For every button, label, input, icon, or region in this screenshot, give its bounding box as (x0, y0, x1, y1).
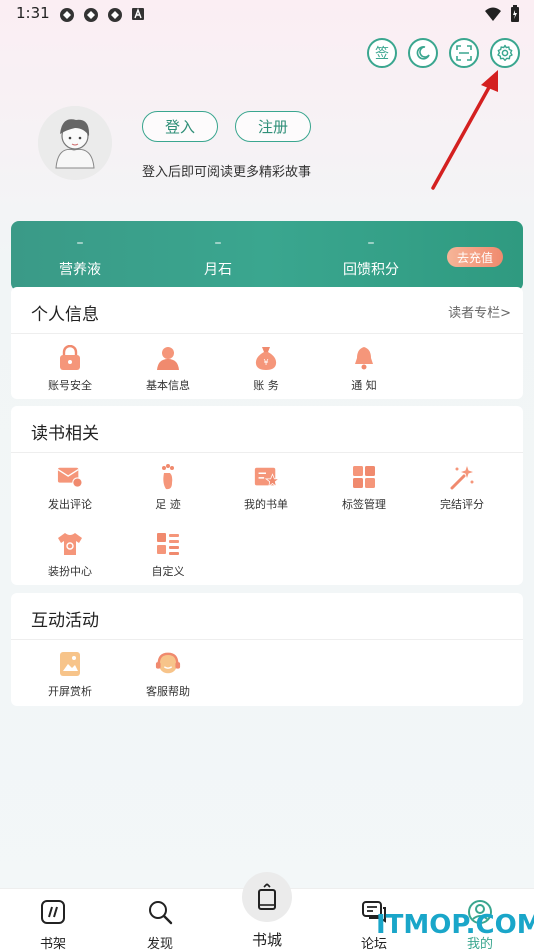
nav-label: 书架 (39, 937, 66, 950)
nav-bookstore[interactable] (242, 872, 292, 922)
search-icon (149, 901, 173, 925)
comment-icon (57, 467, 83, 488)
money-bag-icon: ¥ (255, 347, 277, 370)
grid-item-account[interactable]: ¥ 账 务 (231, 345, 301, 393)
stat-moonstone[interactable]: – 月石 (158, 235, 278, 279)
grid-item-label: 账 务 (253, 379, 279, 392)
register-button[interactable]: 注册 (235, 111, 311, 142)
grid-item-label: 自定义 (151, 565, 185, 578)
tag-grid-icon (353, 466, 375, 488)
nav-discover[interactable]: 发现 (130, 899, 190, 950)
default-avatar-illustration (38, 106, 112, 180)
login-button[interactable]: 登入 (142, 111, 218, 142)
grid-item-custom[interactable]: 自定义 (133, 531, 203, 579)
grid-item-label: 足 迹 (155, 498, 181, 511)
stat-label: 营养液 (59, 262, 101, 278)
recharge-button[interactable]: 去充值 (447, 247, 503, 267)
grid-item-label: 我的书单 (244, 498, 288, 511)
activities-section: 互动活动 开屏赏析 客服帮助 (11, 593, 523, 706)
nav-bookstore-label: 书城 (251, 931, 282, 949)
reading-section: 读书相关 发出评论 足 迹 我的书单 标签管理 完结评分 装扮中心 自定义 (11, 406, 523, 585)
grid-item-label: 标签管理 (342, 498, 386, 511)
bookshelf-icon (41, 900, 65, 924)
stat-nutrient[interactable]: – 营养液 (20, 235, 140, 279)
custom-list-icon (157, 533, 179, 555)
person-icon (157, 347, 179, 370)
divider (11, 452, 523, 453)
divider (11, 639, 523, 640)
personal-info-section: 个人信息 读者专栏> 账号安全 基本信息 ¥ 账 务 通 知 (11, 287, 523, 399)
book-icon (258, 883, 276, 910)
section-title: 互动活动 (31, 611, 99, 631)
grid-item-label: 开屏赏析 (48, 685, 92, 698)
grid-item-label: 装扮中心 (48, 565, 92, 578)
stat-reward-points[interactable]: – 回馈积分 (311, 235, 431, 279)
section-title: 个人信息 (31, 305, 99, 325)
grid-item-basic-info[interactable]: 基本信息 (133, 345, 203, 393)
reader-column-link[interactable]: 读者专栏> (448, 302, 511, 321)
svg-text:¥: ¥ (263, 358, 268, 367)
nav-label: 发现 (146, 937, 173, 950)
grid-item-label: 基本信息 (146, 379, 190, 392)
nav-bookshelf[interactable]: 书架 (23, 899, 83, 950)
grid-item-dressup-center[interactable]: 装扮中心 (35, 531, 105, 579)
grid-item-footprints[interactable]: 足 迹 (133, 464, 203, 512)
login-hint: 登入后即可阅读更多精彩故事 (142, 165, 312, 180)
service-icon (155, 652, 181, 674)
grid-item-label: 通 知 (351, 379, 377, 392)
grid-item-customer-service[interactable]: 客服帮助 (133, 651, 203, 699)
login-label: 登入 (164, 118, 195, 136)
grid-item-completion-rating[interactable]: 完结评分 (427, 464, 497, 512)
grid-item-label: 发出评论 (48, 498, 92, 511)
watermark: ITMOP.COM (376, 910, 534, 940)
stat-label: 回馈积分 (343, 262, 399, 278)
splash-image-icon (60, 652, 80, 676)
grid-item-label: 完结评分 (440, 498, 484, 511)
grid-item-label: 客服帮助 (146, 685, 190, 698)
divider (11, 333, 523, 334)
lock-icon (60, 345, 80, 370)
grid-item-tag-management[interactable]: 标签管理 (329, 464, 399, 512)
grid-item-account-security[interactable]: 账号安全 (35, 345, 105, 393)
stat-value: – (76, 235, 84, 251)
shirt-icon (58, 533, 82, 555)
grid-item-comments[interactable]: 发出评论 (35, 464, 105, 512)
recharge-label: 去充值 (456, 250, 493, 265)
grid-item-splash-appreciation[interactable]: 开屏赏析 (35, 651, 105, 699)
grid-item-label: 账号安全 (48, 379, 92, 392)
footprint-icon (162, 464, 174, 490)
stat-value: – (367, 235, 375, 251)
grid-item-my-booklist[interactable]: 我的书单 (231, 464, 301, 512)
register-label: 注册 (257, 118, 288, 136)
section-title: 读书相关 (31, 424, 99, 444)
stat-label: 月石 (204, 262, 232, 278)
magic-wand-icon (450, 466, 474, 490)
stat-value: – (214, 235, 222, 251)
booklist-icon (254, 467, 279, 488)
avatar[interactable] (38, 106, 112, 180)
grid-item-notifications[interactable]: 通 知 (329, 345, 399, 393)
bell-icon (355, 347, 373, 370)
